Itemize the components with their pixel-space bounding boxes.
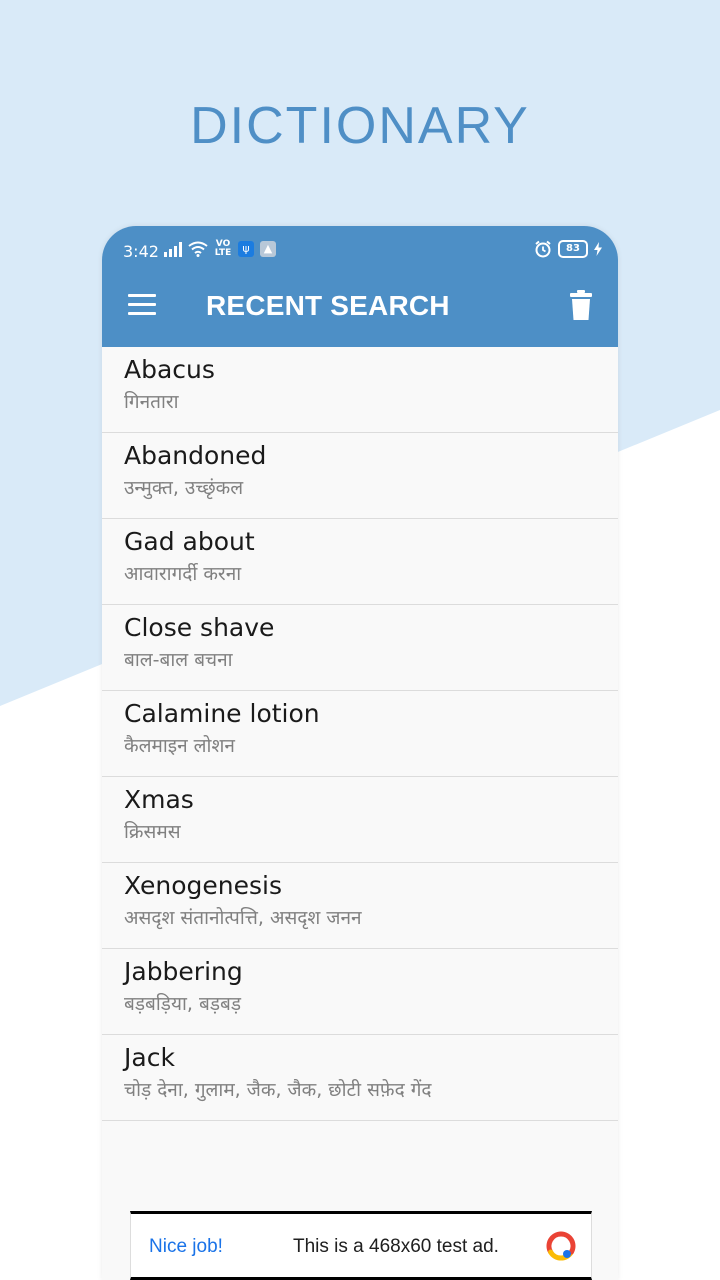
word-text: Abacus: [124, 355, 215, 384]
meaning-text: चोड़ देना, गुलाम, जैक, जैक, छोटी सफ़ेद ग…: [124, 1079, 432, 1101]
word-text: Abandoned: [124, 441, 267, 470]
word-text: Jabbering: [124, 957, 243, 986]
meaning-text: असदृश संतानोत्पत्ति, असदृश जनन: [124, 907, 362, 929]
list-item[interactable]: Abacus गिनतारा: [102, 347, 618, 433]
screen: DICTIONARY 3:42 VO LTE ψ ▲ 83 RECENT SEA…: [0, 0, 720, 1280]
alarm-icon: [535, 240, 551, 258]
app-bar: 3:42 VO LTE ψ ▲ 83 RECENT SEARCH: [102, 226, 618, 347]
list-item[interactable]: Calamine lotion कैलमाइन लोशन: [102, 691, 618, 777]
ad-label: Nice job!: [149, 1236, 223, 1257]
charging-icon: [594, 242, 602, 256]
recent-search-list: Abacus गिनतारा Abandoned उन्मुक्त, उच्छृ…: [102, 347, 618, 1121]
list-item[interactable]: Jack चोड़ देना, गुलाम, जैक, जैक, छोटी सफ…: [102, 1035, 618, 1121]
hamburger-menu-icon[interactable]: [128, 294, 156, 316]
meaning-text: क्रिसमस: [124, 821, 181, 843]
word-text: Xenogenesis: [124, 871, 282, 900]
status-icons-right: 83: [534, 240, 602, 258]
meaning-text: बड़बड़िया, बड़बड़: [124, 993, 241, 1015]
phone-frame: 3:42 VO LTE ψ ▲ 83 RECENT SEARCH Abacus …: [102, 226, 618, 1280]
meaning-text: आवारागर्दी करना: [124, 563, 242, 585]
list-item[interactable]: Xmas क्रिसमस: [102, 777, 618, 863]
hero-title: DICTIONARY: [190, 97, 530, 155]
word-text: Calamine lotion: [124, 699, 320, 728]
word-text: Xmas: [124, 785, 194, 814]
list-item[interactable]: Gad about आवारागर्दी करना: [102, 519, 618, 605]
status-bar: 3:42 VO LTE ψ ▲ 83: [102, 238, 618, 266]
ad-text: This is a 468x60 test ad.: [293, 1236, 499, 1257]
signal-icon: [164, 241, 182, 257]
ad-logo-icon: [546, 1231, 576, 1261]
list-item[interactable]: Jabbering बड़बड़िया, बड़बड़: [102, 949, 618, 1035]
meaning-text: उन्मुक्त, उच्छृंकल: [124, 477, 244, 499]
ad-banner[interactable]: Nice job! This is a 468x60 test ad.: [130, 1211, 592, 1280]
volte-icon: VO LTE: [214, 239, 232, 258]
status-icons-left: VO LTE ψ ▲: [164, 240, 276, 258]
word-text: Gad about: [124, 527, 255, 556]
wifi-icon: [188, 241, 208, 257]
status-time: 3:42: [123, 242, 159, 261]
list-item[interactable]: Xenogenesis असदृश संतानोत्पत्ति, असदृश ज…: [102, 863, 618, 949]
usb-icon: ψ: [238, 241, 254, 257]
word-text: Jack: [124, 1043, 175, 1072]
battery-icon: 83: [558, 240, 588, 258]
meaning-text: कैलमाइन लोशन: [124, 735, 235, 757]
trash-icon[interactable]: [570, 290, 592, 320]
notification-icon: ▲: [260, 241, 276, 257]
meaning-text: बाल-बाल बचना: [124, 649, 233, 671]
list-item[interactable]: Close shave बाल-बाल बचना: [102, 605, 618, 691]
meaning-text: गिनतारा: [124, 391, 179, 413]
word-text: Close shave: [124, 613, 275, 642]
page-title: RECENT SEARCH: [206, 290, 450, 321]
list-item[interactable]: Abandoned उन्मुक्त, उच्छृंकल: [102, 433, 618, 519]
